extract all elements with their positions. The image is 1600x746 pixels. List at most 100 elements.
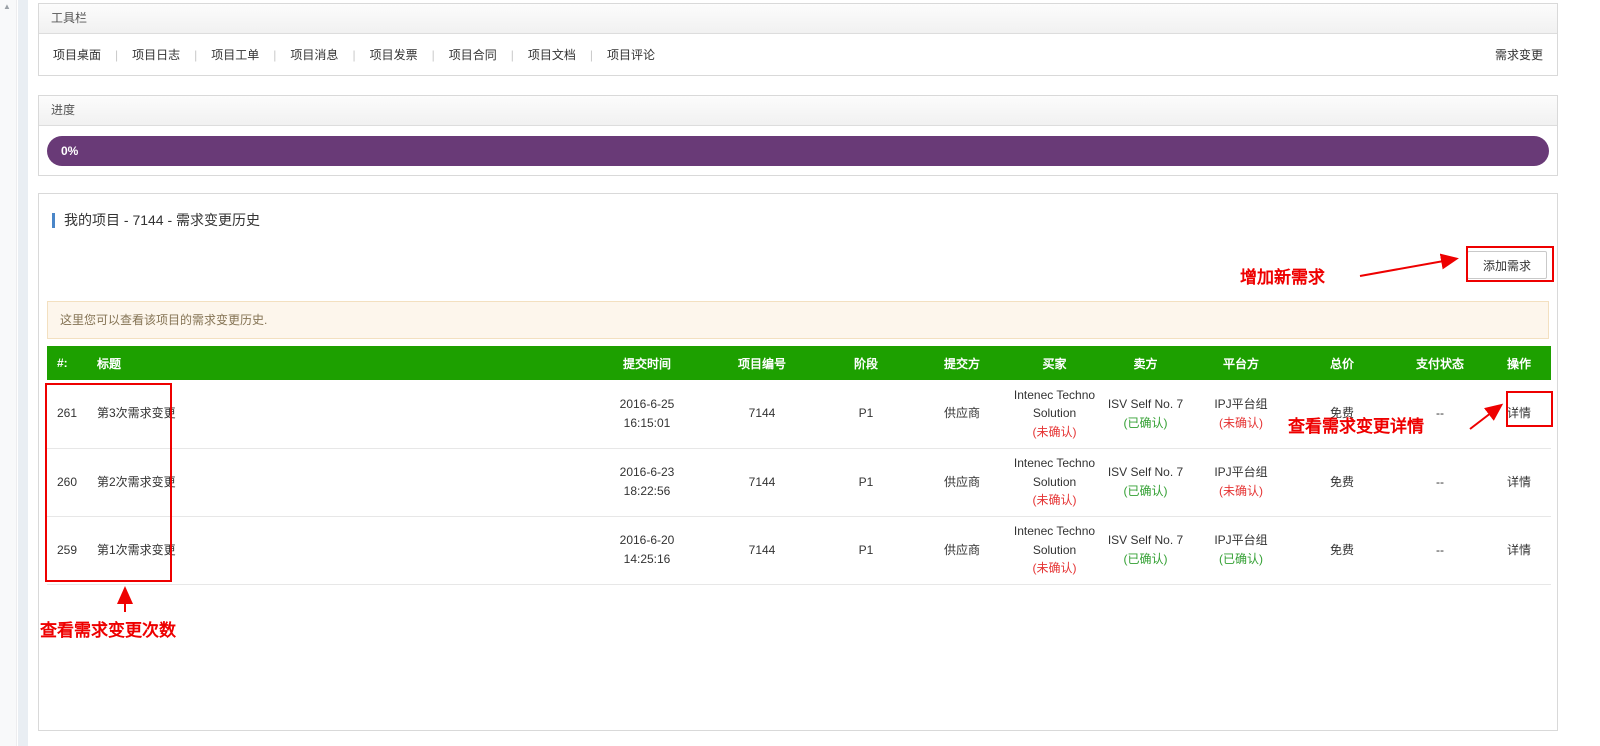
page: { "toolbar": { "header": "工具栏", "items":… <box>0 0 1600 746</box>
table-header-row: #: 标题 提交时间 项目编号 阶段 提交方 买家 卖方 平台方 总价 支付状态… <box>47 346 1551 380</box>
cell-action: 详情 <box>1487 516 1551 584</box>
seller-status: (已确认) <box>1100 482 1191 501</box>
nav-project-workorder[interactable]: 项目工单 <box>211 46 259 63</box>
cell-id: 261 <box>47 380 77 448</box>
nav-project-comment[interactable]: 项目评论 <box>607 46 655 63</box>
col-phase: 阶段 <box>817 346 915 380</box>
nav-separator: | <box>511 48 514 62</box>
cell-title: 第1次需求变更 <box>77 516 587 584</box>
nav-requirement-change[interactable]: 需求变更 <box>1495 46 1543 63</box>
progress-bar: 0% <box>47 136 1549 166</box>
annotation-add-new: 增加新需求 <box>1240 263 1325 288</box>
cell-platform: IPJ平台组 (已确认) <box>1191 516 1291 584</box>
col-title: 标题 <box>77 346 587 380</box>
platform-name: IPJ平台组 <box>1191 395 1291 414</box>
platform-status: (未确认) <box>1191 482 1291 501</box>
platform-status: (未确认) <box>1191 414 1291 433</box>
cell-pay-status: -- <box>1393 448 1487 516</box>
requirement-change-table: #: 标题 提交时间 项目编号 阶段 提交方 买家 卖方 平台方 总价 支付状态… <box>47 346 1551 585</box>
cell-submitter: 供应商 <box>915 380 1009 448</box>
page-title-text: 我的项目 - 7144 - 需求变更历史 <box>64 210 260 230</box>
seller-status: (已确认) <box>1100 414 1191 433</box>
platform-status: (已确认) <box>1191 550 1291 569</box>
cell-time: 16:15:01 <box>587 414 707 433</box>
cell-seller: ISV Self No. 7 (已确认) <box>1100 516 1191 584</box>
cell-date: 2016-6-20 <box>587 531 707 550</box>
nav-project-invoice[interactable]: 项目发票 <box>370 46 418 63</box>
progress-panel-header: 进度 <box>39 96 1557 126</box>
cell-action: 详情 <box>1487 448 1551 516</box>
col-pay-status: 支付状态 <box>1393 346 1487 380</box>
buyer-status: (未确认) <box>1009 423 1100 442</box>
nav-project-document[interactable]: 项目文档 <box>528 46 576 63</box>
cell-project-no: 7144 <box>707 380 817 448</box>
cell-action: 详情 <box>1487 380 1551 448</box>
nav-separator: | <box>352 48 355 62</box>
vertical-scrollbar[interactable]: ▲ <box>0 0 17 746</box>
cell-submitter: 供应商 <box>915 516 1009 584</box>
col-id: #: <box>47 346 77 380</box>
cell-seller: ISV Self No. 7 (已确认) <box>1100 380 1191 448</box>
col-buyer: 买家 <box>1009 346 1100 380</box>
seller-name: ISV Self No. 7 <box>1100 463 1191 482</box>
add-requirement-button[interactable]: 添加需求 <box>1467 251 1547 279</box>
annotation-view-count: 查看需求变更次数 <box>40 616 176 641</box>
detail-link[interactable]: 详情 <box>1507 543 1531 557</box>
nav-separator: | <box>590 48 593 62</box>
cell-buyer: Intenec Techno Solution (未确认) <box>1009 380 1100 448</box>
progress-panel: 进度 0% <box>38 95 1558 176</box>
nav-separator: | <box>194 48 197 62</box>
col-seller: 卖方 <box>1100 346 1191 380</box>
nav-project-log[interactable]: 项目日志 <box>132 46 180 63</box>
cell-date: 2016-6-25 <box>587 395 707 414</box>
cell-submitter: 供应商 <box>915 448 1009 516</box>
cell-price: 免费 <box>1291 516 1393 584</box>
page-title: 我的项目 - 7144 - 需求变更历史 <box>52 210 260 230</box>
cell-date: 2016-6-23 <box>587 463 707 482</box>
cell-submit-time: 2016-6-25 16:15:01 <box>587 380 707 448</box>
platform-name: IPJ平台组 <box>1191 463 1291 482</box>
nav-project-desktop[interactable]: 项目桌面 <box>53 46 101 63</box>
cell-project-no: 7144 <box>707 516 817 584</box>
cell-phase: P1 <box>817 380 915 448</box>
detail-link[interactable]: 详情 <box>1507 475 1531 489</box>
table-row: 260 第2次需求变更 2016-6-23 18:22:56 7144 P1 供… <box>47 448 1551 516</box>
cell-platform: IPJ平台组 (未确认) <box>1191 448 1291 516</box>
buyer-name: Intenec Techno Solution <box>1009 386 1100 423</box>
buyer-status: (未确认) <box>1009 491 1100 510</box>
nav-separator: | <box>432 48 435 62</box>
platform-name: IPJ平台组 <box>1191 531 1291 550</box>
col-submitter: 提交方 <box>915 346 1009 380</box>
col-total-price: 总价 <box>1291 346 1393 380</box>
cell-price: 免费 <box>1291 448 1393 516</box>
buyer-name: Intenec Techno Solution <box>1009 454 1100 491</box>
cell-submit-time: 2016-6-20 14:25:16 <box>587 516 707 584</box>
scroll-up-arrow-icon[interactable]: ▲ <box>3 2 11 11</box>
cell-submit-time: 2016-6-23 18:22:56 <box>587 448 707 516</box>
toolbar-nav: 项目桌面 | 项目日志 | 项目工单 | 项目消息 | 项目发票 | 项目合同 … <box>39 34 1557 75</box>
cell-buyer: Intenec Techno Solution (未确认) <box>1009 516 1100 584</box>
buyer-name: Intenec Techno Solution <box>1009 522 1100 559</box>
title-accent-bar <box>52 213 55 228</box>
table-row: 259 第1次需求变更 2016-6-20 14:25:16 7144 P1 供… <box>47 516 1551 584</box>
annotation-view-detail: 查看需求变更详情 <box>1288 412 1424 437</box>
cell-seller: ISV Self No. 7 (已确认) <box>1100 448 1191 516</box>
cell-time: 14:25:16 <box>587 550 707 569</box>
detail-link[interactable]: 详情 <box>1507 406 1531 420</box>
col-submit-time: 提交时间 <box>587 346 707 380</box>
cell-platform: IPJ平台组 (未确认) <box>1191 380 1291 448</box>
nav-separator: | <box>273 48 276 62</box>
col-platform: 平台方 <box>1191 346 1291 380</box>
cell-phase: P1 <box>817 448 915 516</box>
progress-body: 0% <box>39 126 1557 176</box>
toolbar-nav-links: 项目桌面 | 项目日志 | 项目工单 | 项目消息 | 项目发票 | 项目合同 … <box>53 46 655 63</box>
cell-id: 259 <box>47 516 77 584</box>
seller-name: ISV Self No. 7 <box>1100 531 1191 550</box>
cell-pay-status: -- <box>1393 516 1487 584</box>
cell-title: 第3次需求变更 <box>77 380 587 448</box>
buyer-status: (未确认) <box>1009 559 1100 578</box>
nav-project-contract[interactable]: 项目合同 <box>449 46 497 63</box>
cell-phase: P1 <box>817 516 915 584</box>
col-action: 操作 <box>1487 346 1551 380</box>
nav-project-message[interactable]: 项目消息 <box>290 46 338 63</box>
